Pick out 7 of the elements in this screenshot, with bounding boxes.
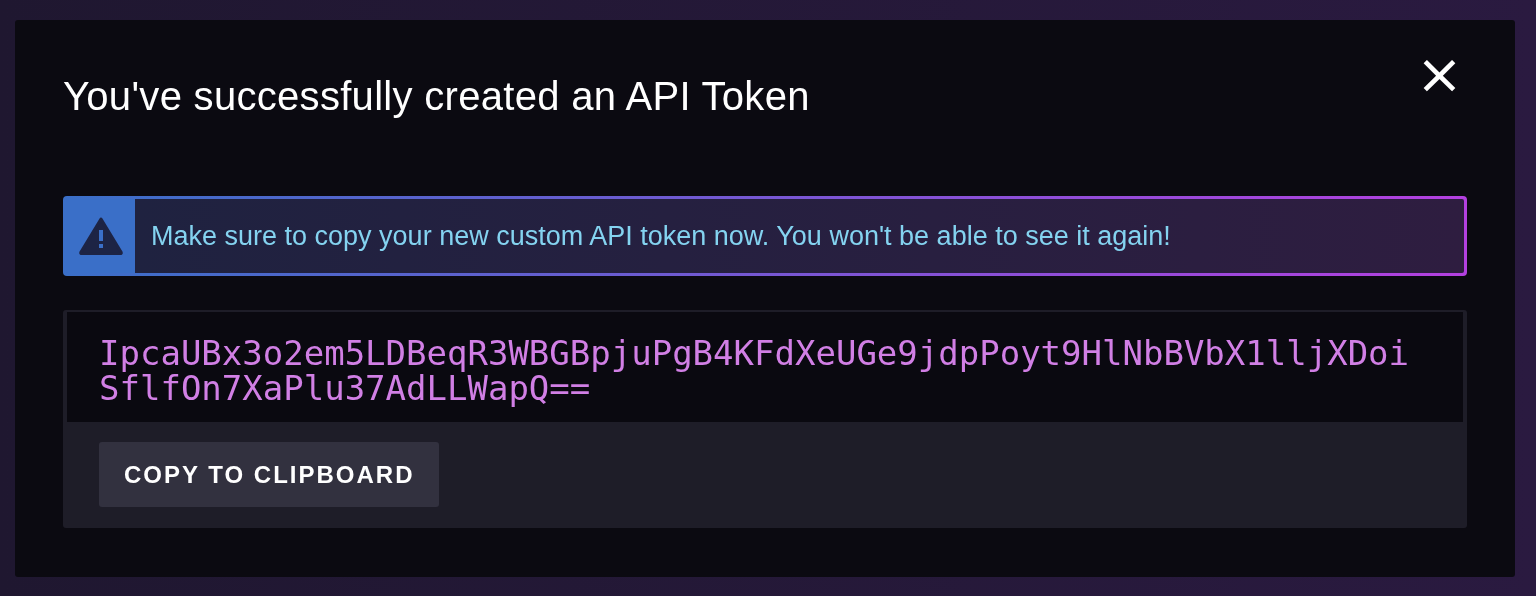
close-button[interactable]: × — [1416, 52, 1463, 96]
token-text: IpcaUBx3o2em5LDBeqR3WBGBpjuPgB4KFdXeUGe9jdpPoyt9HlNbBVbX1lljXDoiSflfOn7XaPlu37AdLLWapQ== — [99, 336, 1411, 406]
dialog-title: You've successfully created an API Token — [63, 74, 810, 119]
token-field[interactable]: IpcaUBx3o2em5LDBeqR3WBGBpjuPgB4KFdXeUGe9jdpPoyt9HlNbBVbX1lljXDoiSflfOn7XaPlu37AdLLWapQ== — [67, 312, 1463, 422]
copy-button[interactable]: COPY TO CLIPBOARD — [99, 442, 440, 507]
warning-message: Make sure to copy your new custom API token now. You won't be able to see it again! — [151, 220, 1171, 252]
warning-icon — [78, 217, 123, 255]
